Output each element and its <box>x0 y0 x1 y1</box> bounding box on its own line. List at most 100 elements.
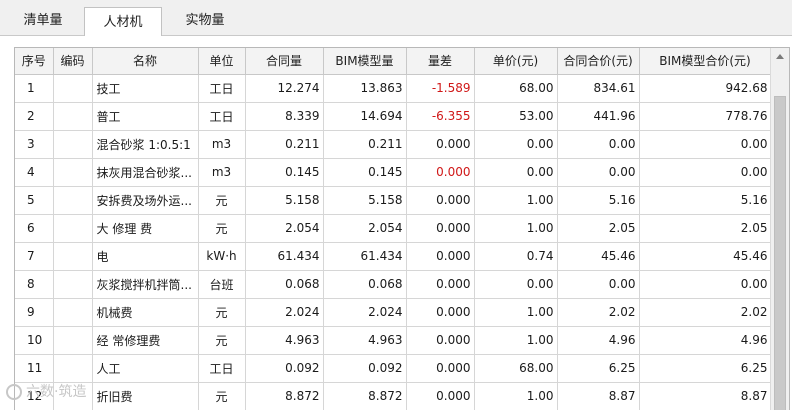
cell-contract-qty[interactable]: 61.434 <box>245 242 324 271</box>
cell-code[interactable] <box>53 158 93 187</box>
table-row[interactable]: 8 灰浆搅拌机拌筒... 台班 0.068 0.068 0.000 0.00 0.00 0.00 <box>15 270 772 299</box>
cell-code[interactable] <box>53 130 93 159</box>
col-header-qty-diff[interactable]: 量差 <box>406 48 475 75</box>
cell-qty-diff[interactable]: 0.000 <box>406 242 475 271</box>
cell-unit[interactable]: m3 <box>198 158 246 187</box>
cell-qty-diff[interactable]: 0.000 <box>406 158 475 187</box>
cell-bim-qty[interactable]: 5.158 <box>323 186 407 215</box>
cell-name[interactable]: 大 修理 费 <box>92 214 199 243</box>
cell-unit-price[interactable]: 1.00 <box>474 186 558 215</box>
cell-bim-total[interactable]: 5.16 <box>639 186 772 215</box>
cell-index[interactable]: 3 <box>15 130 54 159</box>
cell-contract-qty[interactable]: 12.274 <box>245 74 324 103</box>
table-row[interactable]: 4 抹灰用混合砂浆... m3 0.145 0.145 0.000 0.00 0.00 0.00 <box>15 158 772 187</box>
cell-bim-total[interactable]: 942.68 <box>639 74 772 103</box>
cell-qty-diff[interactable]: -1.589 <box>406 74 475 103</box>
cell-index[interactable]: 10 <box>15 326 54 355</box>
cell-unit-price[interactable]: 0.00 <box>474 158 558 187</box>
cell-contract-total[interactable]: 4.96 <box>557 326 640 355</box>
cell-index[interactable]: 5 <box>15 186 54 215</box>
cell-qty-diff[interactable]: 0.000 <box>406 214 475 243</box>
cell-bim-total[interactable]: 2.02 <box>639 298 772 327</box>
cell-qty-diff[interactable]: 0.000 <box>406 130 475 159</box>
col-header-name[interactable]: 名称 <box>92 48 199 75</box>
cell-unit[interactable]: 元 <box>198 326 246 355</box>
col-header-unit-price[interactable]: 单价(元) <box>474 48 558 75</box>
cell-name[interactable]: 安拆费及场外运... <box>92 186 199 215</box>
cell-index[interactable]: 12 <box>15 382 54 410</box>
table-row[interactable]: 5 安拆费及场外运... 元 5.158 5.158 0.000 1.00 5.16 5.16 <box>15 186 772 215</box>
cell-contract-qty[interactable]: 0.211 <box>245 130 324 159</box>
cell-unit-price[interactable]: 0.74 <box>474 242 558 271</box>
table-row[interactable]: 2 普工 工日 8.339 14.694 -6.355 53.00 441.96 778.76 <box>15 102 772 131</box>
cell-name[interactable]: 灰浆搅拌机拌筒... <box>92 270 199 299</box>
cell-contract-qty[interactable]: 0.068 <box>245 270 324 299</box>
cell-unit-price[interactable]: 1.00 <box>474 382 558 410</box>
cell-bim-qty[interactable]: 2.054 <box>323 214 407 243</box>
col-header-bim-qty[interactable]: BIM模型量 <box>323 48 407 75</box>
cell-name[interactable]: 混合砂浆 1:0.5:1 <box>92 130 199 159</box>
cell-unit[interactable]: 工日 <box>198 74 246 103</box>
cell-code[interactable] <box>53 270 93 299</box>
cell-bim-qty[interactable]: 0.092 <box>323 354 407 383</box>
cell-bim-qty[interactable]: 0.068 <box>323 270 407 299</box>
cell-name[interactable]: 普工 <box>92 102 199 131</box>
cell-code[interactable] <box>53 326 93 355</box>
cell-name[interactable]: 抹灰用混合砂浆... <box>92 158 199 187</box>
cell-unit-price[interactable]: 1.00 <box>474 214 558 243</box>
cell-bim-total[interactable]: 778.76 <box>639 102 772 131</box>
cell-code[interactable] <box>53 382 93 410</box>
cell-bim-qty[interactable]: 4.963 <box>323 326 407 355</box>
cell-unit[interactable]: 元 <box>198 186 246 215</box>
cell-contract-total[interactable]: 2.05 <box>557 214 640 243</box>
tab-bill-quantity[interactable]: 清单量 <box>8 6 78 36</box>
cell-code[interactable] <box>53 298 93 327</box>
col-header-unit[interactable]: 单位 <box>198 48 246 75</box>
cell-code[interactable] <box>53 214 93 243</box>
cell-contract-total[interactable]: 441.96 <box>557 102 640 131</box>
cell-contract-total[interactable]: 5.16 <box>557 186 640 215</box>
cell-unit[interactable]: 元 <box>198 382 246 410</box>
cell-index[interactable]: 4 <box>15 158 54 187</box>
col-header-code[interactable]: 编码 <box>53 48 93 75</box>
cell-qty-diff[interactable]: 0.000 <box>406 298 475 327</box>
vertical-scrollbar[interactable] <box>770 48 789 410</box>
cell-unit-price[interactable]: 1.00 <box>474 326 558 355</box>
tab-labor-material-machine[interactable]: 人材机 <box>84 7 162 37</box>
table-row[interactable]: 6大 修理 费元 2.054 2.054 0.000 1.00 2.05 2.05 <box>15 214 772 243</box>
table-row[interactable]: 1 技工 工日 12.274 13.863 -1.589 68.00 834.61 942.68 <box>15 74 772 103</box>
cell-unit[interactable]: 元 <box>198 298 246 327</box>
cell-name[interactable]: 机械费 <box>92 298 199 327</box>
cell-unit[interactable]: 台班 <box>198 270 246 299</box>
cell-bim-total[interactable]: 2.05 <box>639 214 772 243</box>
cell-contract-qty[interactable]: 2.054 <box>245 214 324 243</box>
cell-unit-price[interactable]: 0.00 <box>474 130 558 159</box>
cell-bim-qty[interactable]: 14.694 <box>323 102 407 131</box>
cell-contract-qty[interactable]: 8.339 <box>245 102 324 131</box>
cell-contract-total[interactable]: 6.25 <box>557 354 640 383</box>
cell-contract-total[interactable]: 45.46 <box>557 242 640 271</box>
cell-bim-qty[interactable]: 61.434 <box>323 242 407 271</box>
cell-bim-qty[interactable]: 0.211 <box>323 130 407 159</box>
cell-unit[interactable]: 元 <box>198 214 246 243</box>
cell-unit[interactable]: kW·h <box>198 242 246 271</box>
cell-code[interactable] <box>53 354 93 383</box>
cell-unit-price[interactable]: 0.00 <box>474 270 558 299</box>
table-row[interactable]: 11 人工 工日 0.092 0.092 0.000 68.00 6.25 6.25 <box>15 354 772 383</box>
cell-name[interactable]: 折旧费 <box>92 382 199 410</box>
table-row[interactable]: 9 机械费元 2.024 2.024 0.000 1.00 2.02 2.02 <box>15 298 772 327</box>
table-row[interactable]: 10 经 常修理费元 4.963 4.963 0.000 1.00 4.96 4.96 <box>15 326 772 355</box>
cell-qty-diff[interactable]: 0.000 <box>406 382 475 410</box>
cell-name[interactable]: 人工 <box>92 354 199 383</box>
cell-contract-total[interactable]: 0.00 <box>557 158 640 187</box>
cell-bim-total[interactable]: 45.46 <box>639 242 772 271</box>
cell-code[interactable] <box>53 102 93 131</box>
table-row[interactable]: 12 折旧费元 8.872 8.872 0.000 1.00 8.87 8.87 <box>15 382 772 410</box>
cell-bim-qty[interactable]: 13.863 <box>323 74 407 103</box>
cell-code[interactable] <box>53 186 93 215</box>
cell-bim-total[interactable]: 6.25 <box>639 354 772 383</box>
cell-qty-diff[interactable]: 0.000 <box>406 354 475 383</box>
cell-bim-qty[interactable]: 2.024 <box>323 298 407 327</box>
cell-bim-total[interactable]: 0.00 <box>639 158 772 187</box>
cell-unit-price[interactable]: 68.00 <box>474 74 558 103</box>
